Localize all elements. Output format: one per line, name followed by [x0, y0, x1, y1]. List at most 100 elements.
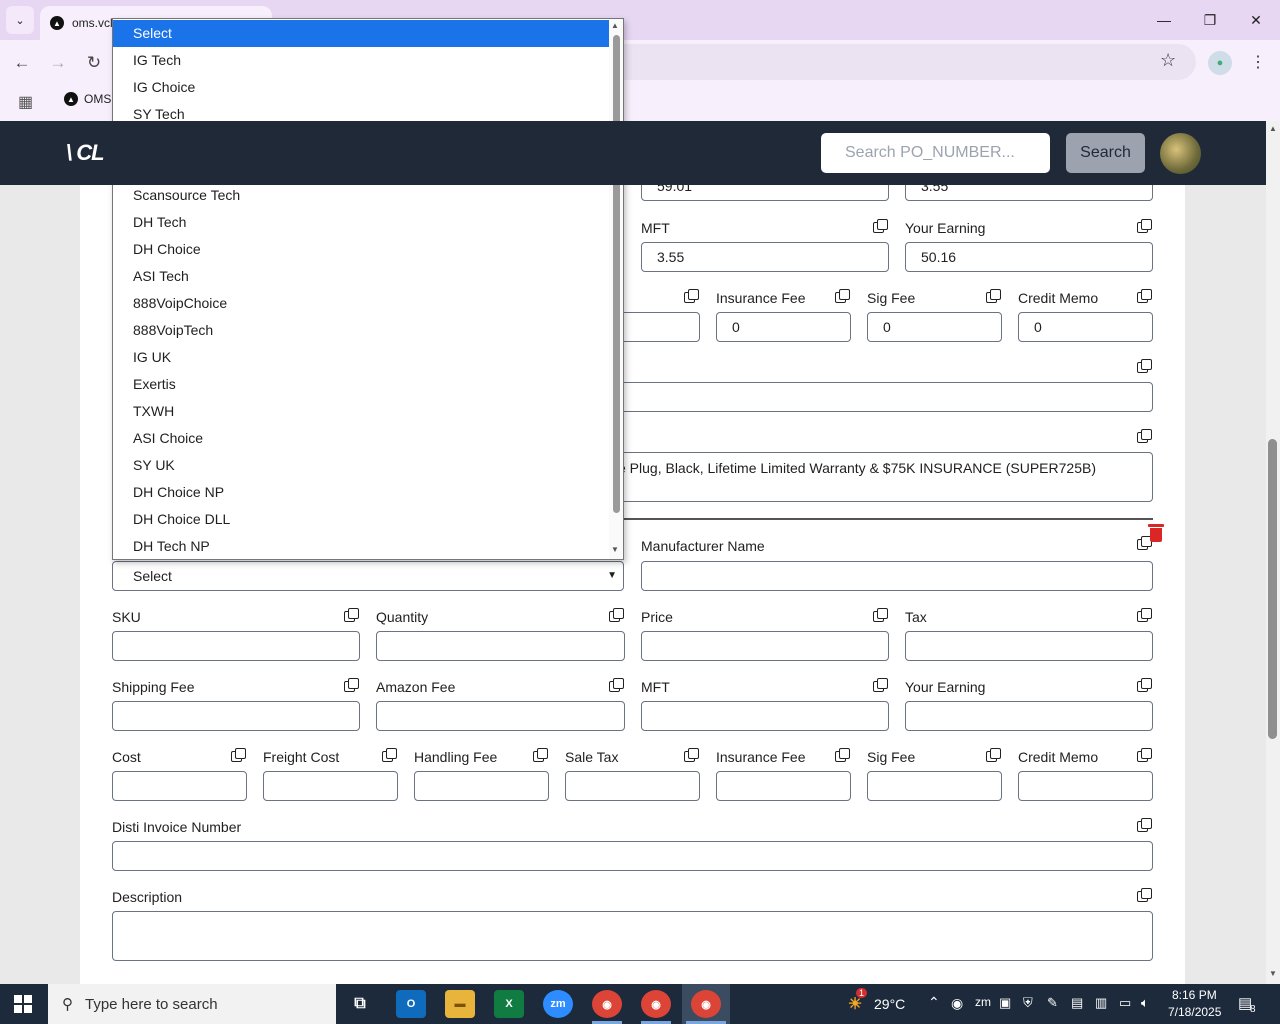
scroll-down-icon[interactable]: ▼: [611, 545, 619, 554]
copy-icon[interactable]: [231, 748, 246, 762]
cost-input[interactable]: [112, 771, 247, 801]
copy-icon[interactable]: [344, 678, 359, 692]
insurance-fee-input[interactable]: [716, 771, 851, 801]
copy-icon[interactable]: [835, 748, 850, 762]
dropdown-option[interactable]: IG Choice: [113, 74, 610, 101]
price-input[interactable]: [641, 631, 889, 661]
dropdown-option[interactable]: Select: [113, 20, 610, 47]
chrome-icon[interactable]: ◉: [641, 990, 671, 1018]
dropdown-option[interactable]: 888VoipChoice: [113, 290, 610, 317]
windows-start-icon[interactable]: [14, 995, 32, 1013]
dropdown-option[interactable]: Exertis: [113, 371, 610, 398]
insurance-fee-input[interactable]: 0: [716, 312, 851, 342]
task-view-icon[interactable]: ⧉: [345, 990, 375, 1018]
more-vertical-icon[interactable]: ⋮: [1250, 52, 1266, 72]
distributor-dropdown-list[interactable]: SelectIG TechIG ChoiceSY TechSY ChoiceSc…: [112, 18, 624, 560]
trash-icon[interactable]: [1147, 523, 1165, 543]
copy-icon[interactable]: [684, 289, 699, 303]
pen-icon[interactable]: ✎: [1047, 995, 1058, 1011]
copy-icon[interactable]: [344, 608, 359, 622]
copy-icon[interactable]: [609, 678, 624, 692]
sig-fee-input[interactable]: [867, 771, 1002, 801]
copy-icon[interactable]: [873, 608, 888, 622]
minimize-window-icon[interactable]: —: [1152, 8, 1176, 32]
reload-icon[interactable]: ↻: [81, 50, 107, 76]
dropdown-option[interactable]: ASI Choice: [113, 425, 610, 452]
po-search-input[interactable]: [821, 133, 1050, 173]
copy-icon[interactable]: [609, 608, 624, 622]
copy-icon[interactable]: [1137, 678, 1152, 692]
dropdown-option[interactable]: Scansource Tech: [113, 182, 610, 209]
mft-input[interactable]: [641, 701, 889, 731]
copy-icon[interactable]: [986, 748, 1001, 762]
disti-invoice-input[interactable]: [112, 841, 1153, 871]
copy-icon[interactable]: [533, 748, 548, 762]
quantity-input[interactable]: [376, 631, 625, 661]
credit-memo-input[interactable]: [1018, 771, 1153, 801]
excel-icon[interactable]: X: [494, 990, 524, 1018]
bookmark-star-icon[interactable]: ☆: [1160, 50, 1176, 71]
clock-date[interactable]: 7/18/2025: [1168, 1005, 1221, 1019]
network-icon[interactable]: ▭: [1119, 995, 1131, 1011]
chrome-icon[interactable]: ◉: [691, 990, 721, 1018]
dropdown-option[interactable]: DH Choice DLL: [113, 506, 610, 533]
copy-icon[interactable]: [835, 289, 850, 303]
defender-icon[interactable]: ⛨: [1023, 995, 1033, 1011]
outlook-icon[interactable]: O: [396, 990, 426, 1018]
distributor-select[interactable]: Select ▼: [112, 561, 624, 591]
taskbar-search[interactable]: ⚲ Type here to search: [48, 984, 336, 1024]
profile-icon[interactable]: ●: [1208, 51, 1232, 75]
your-earning-input[interactable]: 50.16: [905, 242, 1153, 272]
forward-arrow-icon[interactable]: →: [45, 50, 71, 76]
copy-icon[interactable]: [684, 748, 699, 762]
copy-icon[interactable]: [1137, 429, 1152, 443]
copy-icon[interactable]: [1137, 289, 1152, 303]
vpn-icon[interactable]: ▤: [1071, 995, 1083, 1011]
freight-cost-input[interactable]: [263, 771, 398, 801]
restore-window-icon[interactable]: ❐: [1198, 8, 1222, 32]
chrome-tray-icon[interactable]: ◉: [951, 995, 963, 1012]
dropdown-option[interactable]: DH Tech NP: [113, 533, 610, 559]
dropdown-option[interactable]: 888VoipTech: [113, 317, 610, 344]
amazon-fee-input[interactable]: [376, 701, 625, 731]
bookmark-oms[interactable]: ▲ OMS: [64, 92, 111, 106]
dropdown-option[interactable]: IG UK: [113, 344, 610, 371]
mft-input[interactable]: 3.55: [641, 242, 889, 272]
handling-fee-input[interactable]: [414, 771, 549, 801]
dropdown-option[interactable]: ASI Tech: [113, 263, 610, 290]
description-textarea[interactable]: [112, 911, 1153, 961]
copy-icon[interactable]: [1137, 888, 1152, 902]
volume-icon[interactable]: 🔈︎: [1141, 995, 1149, 1011]
dropdown-option[interactable]: SY UK: [113, 452, 610, 479]
your-earning-input[interactable]: [905, 701, 1153, 731]
close-window-icon[interactable]: ✕: [1244, 8, 1268, 32]
copy-icon[interactable]: [986, 289, 1001, 303]
search-button[interactable]: Search: [1066, 133, 1145, 173]
clock-time[interactable]: 8:16 PM: [1172, 988, 1217, 1002]
apps-grid-icon[interactable]: ▦: [18, 92, 33, 112]
chrome-icon[interactable]: ◉: [592, 990, 622, 1018]
copy-icon[interactable]: [382, 748, 397, 762]
scroll-up-icon[interactable]: ▲: [611, 21, 619, 30]
copy-icon[interactable]: [1137, 818, 1152, 832]
credit-memo-input[interactable]: 0: [1018, 312, 1153, 342]
display-icon[interactable]: ▥: [1095, 995, 1107, 1011]
manufacturer-name-input[interactable]: [641, 561, 1153, 591]
page-scrollbar[interactable]: ▲ ▼: [1266, 121, 1280, 984]
shipping-fee-input[interactable]: [112, 701, 360, 731]
outlook-tray-icon[interactable]: ▣: [999, 995, 1011, 1011]
dropdown-option[interactable]: TXWH: [113, 398, 610, 425]
scrollbar-thumb[interactable]: [613, 35, 620, 513]
copy-icon[interactable]: [1137, 359, 1152, 373]
copy-icon[interactable]: [1137, 608, 1152, 622]
dropdown-option[interactable]: IG Tech: [113, 47, 610, 74]
tax-input[interactable]: [905, 631, 1153, 661]
zoom-icon[interactable]: zm: [543, 990, 573, 1018]
dropdown-scrollbar[interactable]: ▲ ▼: [609, 19, 623, 559]
tab-search-button[interactable]: ⌄: [6, 6, 34, 34]
scrollbar-thumb[interactable]: [1268, 439, 1277, 739]
copy-icon[interactable]: [1137, 748, 1152, 762]
sig-fee-input[interactable]: 0: [867, 312, 1002, 342]
scroll-down-icon[interactable]: ▼: [1269, 969, 1277, 978]
dropdown-option[interactable]: DH Choice NP: [113, 479, 610, 506]
